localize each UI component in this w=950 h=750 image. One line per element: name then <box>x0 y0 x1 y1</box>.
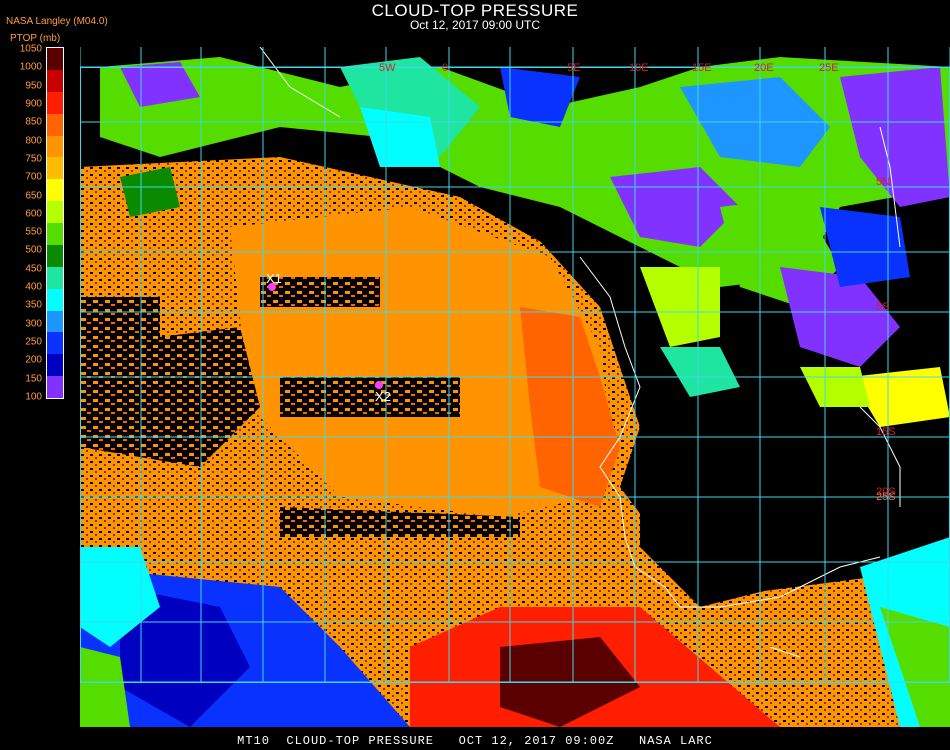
scale-swatch <box>47 157 63 180</box>
longitude-label: 5E <box>567 62 580 74</box>
scale-swatch <box>47 179 63 202</box>
scale-tick-label: 750 <box>25 153 42 165</box>
scale-tick-label: 700 <box>25 171 42 183</box>
longitude-label: 0 <box>442 62 448 74</box>
scale-tick-label: 650 <box>25 190 42 202</box>
latitude-label: 15S <box>876 426 896 438</box>
longitude-label: 15E <box>692 62 712 74</box>
scale-swatch <box>47 69 63 92</box>
scale-swatch <box>47 332 63 355</box>
scale-swatch <box>47 244 63 267</box>
scale-tick-label: 950 <box>25 80 42 92</box>
longitude-label: 5W <box>379 62 396 74</box>
cloud-top-pressure-map: 5W 0 5E 10E 15E 20E 25E 5N 5S 15S 20S 25S X1 X2 <box>80 47 950 727</box>
scale-swatch <box>47 288 63 311</box>
scale-tick-label: 400 <box>25 281 42 293</box>
scale-tick-label: 300 <box>25 318 42 330</box>
scale-swatch <box>47 48 63 70</box>
scale-swatch <box>47 91 63 114</box>
longitude-label: 20E <box>754 62 774 74</box>
scale-tick-label: 200 <box>25 354 42 366</box>
latitude-label: 5S <box>876 301 889 313</box>
latitude-label: 25S <box>876 491 896 503</box>
scale-tick-label: 1050 <box>19 43 42 55</box>
scale-tick-label: 350 <box>25 299 42 311</box>
scale-swatch <box>47 135 63 158</box>
scale-swatch <box>47 201 63 223</box>
map-datetime: Oct 12, 2017 09:00 UTC <box>409 18 541 32</box>
scale-tick-label: 150 <box>25 373 42 385</box>
data-source-label: NASA Langley (M04.0) <box>6 16 108 27</box>
scale-swatch <box>47 266 63 289</box>
scale-tick-label: 450 <box>25 263 42 275</box>
scale-tick-label: 1000 <box>19 61 42 73</box>
latitude-label: 5N <box>876 176 890 188</box>
scale-swatch <box>47 113 63 136</box>
scale-tick-label: 800 <box>25 135 42 147</box>
scale-tick-label: 850 <box>25 116 42 128</box>
longitude-label: 10E <box>629 62 649 74</box>
scale-tick-label: 100 <box>25 391 42 403</box>
scale-tick-label: 250 <box>25 336 42 348</box>
scale-swatch <box>47 354 63 377</box>
scale-swatch <box>47 376 63 398</box>
unit-label: PTOP (mb) <box>10 33 61 44</box>
scale-swatch <box>47 310 63 333</box>
footer-caption: MT10 CLOUD-TOP PRESSURE OCT 12, 2017 09:… <box>237 734 713 748</box>
scale-tick-label: 900 <box>25 98 42 110</box>
color-scale-bar <box>46 47 64 399</box>
marker-label: X1 <box>266 271 282 286</box>
marker-label: X2 <box>375 389 391 404</box>
longitude-label: 25E <box>819 62 839 74</box>
scale-tick-label: 500 <box>25 244 42 256</box>
scale-swatch <box>47 223 63 245</box>
scale-tick-label: 600 <box>25 208 42 220</box>
marker-x2 <box>375 381 383 389</box>
scale-tick-label: 550 <box>25 226 42 238</box>
